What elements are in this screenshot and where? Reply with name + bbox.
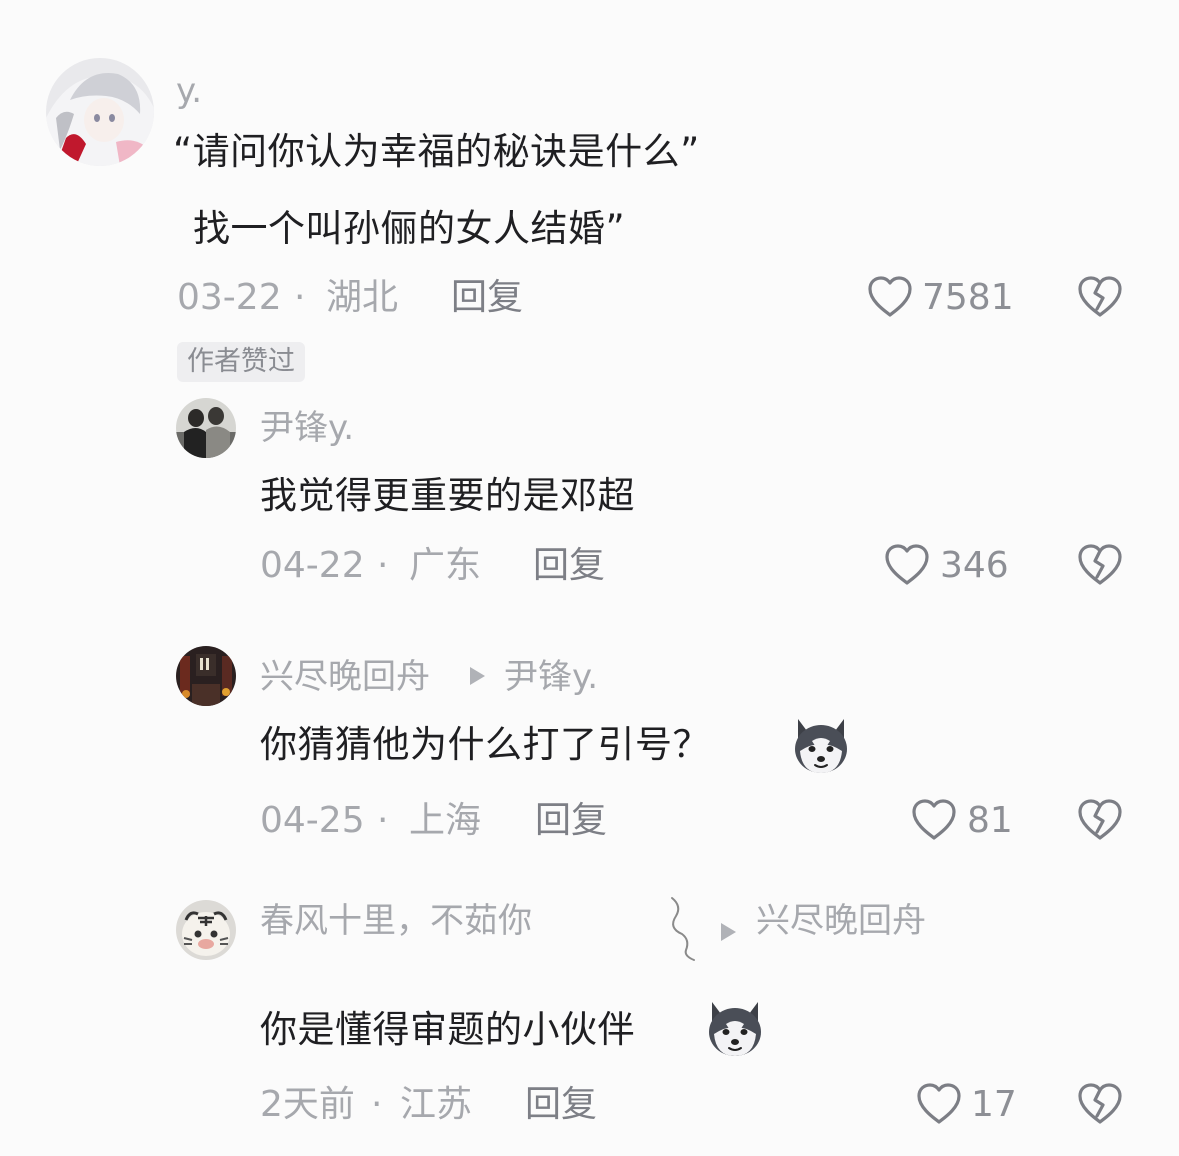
- comment-location: 广东: [409, 545, 482, 586]
- comment-username[interactable]: y.: [176, 74, 202, 108]
- reply-to-username[interactable]: 尹锋y.: [504, 660, 598, 694]
- comment-date: 2天前: [260, 1084, 355, 1125]
- comment-date: 03-22: [177, 277, 282, 318]
- reply-button[interactable]: 回复: [525, 1087, 597, 1123]
- like-button[interactable]: [910, 798, 958, 842]
- comment-username[interactable]: 春风十里，不茹你: [260, 904, 532, 938]
- dislike-button[interactable]: [1076, 1082, 1124, 1126]
- comment-location: 江苏: [400, 1084, 473, 1125]
- heart-outline-icon: [868, 276, 912, 317]
- separator-dot: ·: [294, 277, 306, 318]
- comment-date: 04-22: [260, 545, 365, 586]
- heart-outline-icon: [885, 544, 929, 585]
- dislike-button[interactable]: [1076, 275, 1124, 319]
- like-count: 346: [940, 545, 1009, 586]
- broken-heart-icon: [1078, 799, 1122, 840]
- comment-text-line-2: 找一个叫孙俪的女人结婚”: [193, 207, 626, 250]
- heart-outline-icon: [912, 799, 956, 840]
- comment-location: 湖北: [326, 277, 399, 318]
- avatar[interactable]: [46, 58, 154, 166]
- play-triangle-icon: [721, 923, 736, 941]
- comment-text: 你猜猜他为什么打了引号？: [260, 723, 710, 766]
- heart-outline-icon: [917, 1083, 961, 1124]
- separator-dot: ·: [371, 1084, 383, 1125]
- comment-text: 我觉得更重要的是邓超: [260, 474, 635, 517]
- like-count: 17: [971, 1084, 1017, 1125]
- separator-dot: ·: [377, 800, 389, 841]
- avatar[interactable]: [176, 900, 236, 960]
- reply-to-username[interactable]: 兴尽晚回舟: [756, 904, 926, 938]
- avatar[interactable]: [176, 646, 236, 706]
- dislike-button[interactable]: [1076, 798, 1124, 842]
- previous-comment-remnant: [240, 0, 510, 2]
- avatar[interactable]: [176, 398, 236, 458]
- husky-dog-emoji: [795, 719, 847, 773]
- play-triangle-icon: [470, 667, 485, 685]
- comment-date: 04-25: [260, 800, 365, 841]
- like-count: 7581: [922, 277, 1014, 318]
- dislike-button[interactable]: [1076, 543, 1124, 587]
- comment-location: 上海: [409, 800, 482, 841]
- broken-heart-icon: [1078, 1083, 1122, 1124]
- like-button[interactable]: [883, 543, 931, 587]
- comment-text-line-1: “请问你认为幸福的秘诀是什么”: [173, 130, 700, 173]
- like-count: 81: [967, 800, 1013, 841]
- broken-heart-icon: [1078, 544, 1122, 585]
- reply-button[interactable]: 回复: [451, 280, 523, 316]
- reply-button[interactable]: 回复: [535, 803, 607, 839]
- comment-username[interactable]: 尹锋y.: [260, 411, 354, 445]
- comment-text: 你是懂得审题的小伙伴: [260, 1008, 635, 1051]
- author-liked-badge: 作者赞过: [177, 342, 305, 382]
- squiggle-decoration: [671, 897, 695, 961]
- like-button[interactable]: [866, 275, 914, 319]
- reply-button[interactable]: 回复: [533, 548, 605, 584]
- husky-dog-emoji: [709, 1002, 761, 1056]
- comment-username[interactable]: 兴尽晚回舟: [260, 660, 430, 694]
- broken-heart-icon: [1078, 276, 1122, 317]
- like-button[interactable]: [915, 1082, 963, 1126]
- separator-dot: ·: [377, 545, 389, 586]
